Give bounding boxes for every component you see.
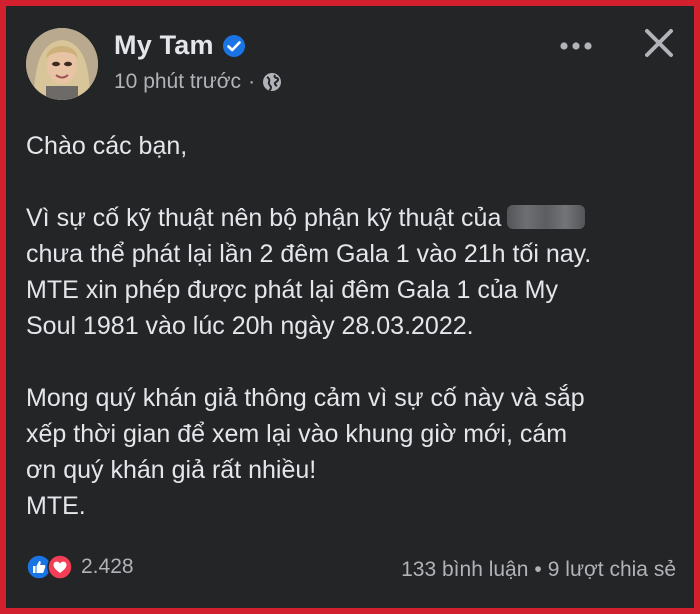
reaction-count[interactable]: 2.428 [81,555,134,579]
text-line: ơn quý khán giả rất nhiều! [26,456,317,484]
meta-separator: · [248,70,256,93]
text-line: MTE. [26,492,86,520]
close-icon[interactable] [642,26,676,60]
text-line-with-redaction: Vì sự cố kỹ thuật nên bộ phận kỹ thuật c… [26,200,686,236]
text-line: chưa thể phát lại lần 2 đêm Gala 1 vào 2… [26,240,592,268]
avatar[interactable] [26,28,98,100]
reactions-summary[interactable]: 2.428 [26,554,134,580]
text-segment: Vì sự cố kỹ thuật nên bộ phận kỹ thuật c… [26,204,502,232]
post-footer: 2.428 133 bình luận • 9 lượt chia sẻ [6,546,694,590]
love-reaction-icon [47,554,73,580]
blurred-redaction [507,205,586,229]
post-card: My Tam 10 phút trước · Chào các bạn, Vì … [6,6,694,608]
text-line: Soul 1981 vào lúc 20h ngày 28.03.2022. [26,312,474,340]
avatar-photo [26,28,98,100]
post-meta: 10 phút trước · [114,70,282,94]
share-count[interactable]: 9 lượt chia sẻ [548,558,676,581]
paragraph-closing: Mong quý khán giả thông cảm vì sự cố này… [26,380,686,524]
paragraph-announcement: Vì sự cố kỹ thuật nên bộ phận kỹ thuật c… [26,200,686,344]
post-body: Chào các bạn, Vì sự cố kỹ thuật nên bộ p… [26,128,686,560]
engagement-stats: 133 bình luận • 9 lượt chia sẻ [401,558,676,582]
stats-separator: • [534,558,542,581]
comment-count[interactable]: 133 bình luận [401,558,528,581]
paragraph-greeting: Chào các bạn, [26,128,686,164]
text-line: MTE xin phép được phát lại đêm Gala 1 củ… [26,276,558,304]
author-name[interactable]: My Tam [114,30,214,61]
post-header: My Tam 10 phút trước · [6,6,694,106]
text-line: Mong quý khán giả thông cảm vì sự cố này… [26,384,585,412]
verified-badge-icon [222,34,246,58]
globe-icon[interactable] [262,72,282,92]
text-line: xếp thời gian để xem lại vào khung giờ m… [26,420,568,448]
more-options-icon[interactable] [556,36,596,56]
post-timestamp[interactable]: 10 phút trước [114,70,241,94]
text-line: Chào các bạn, [26,132,188,160]
author-row: My Tam [114,30,246,61]
